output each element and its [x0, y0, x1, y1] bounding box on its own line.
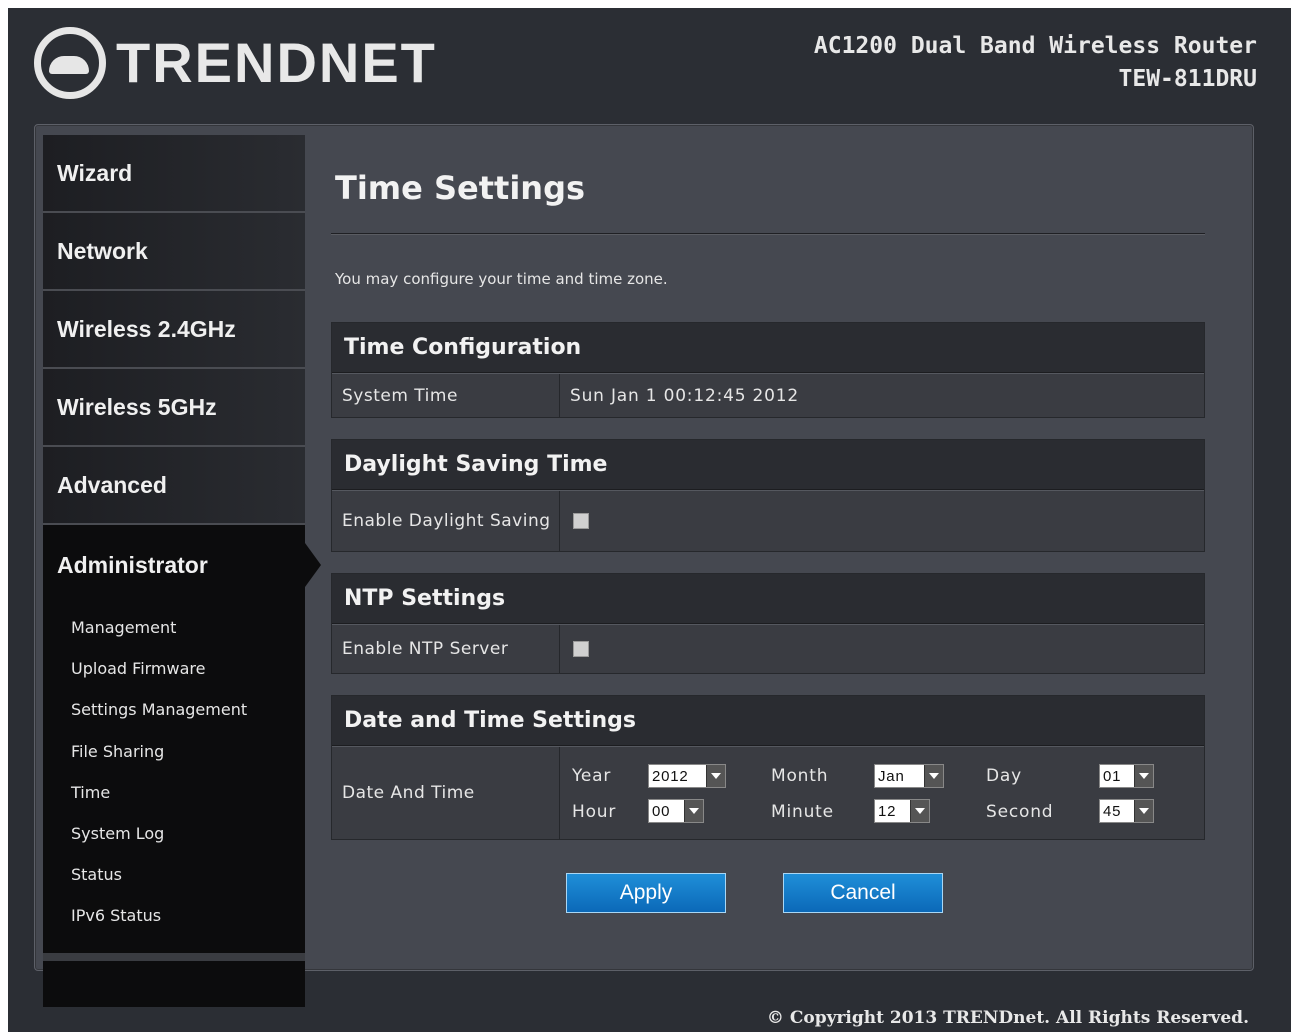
- hour-value: 00: [652, 802, 671, 820]
- nav-wireless-24ghz[interactable]: Wireless 2.4GHz: [43, 291, 305, 369]
- month-select[interactable]: Jan: [874, 764, 944, 788]
- section-heading: Daylight Saving Time: [332, 440, 1204, 490]
- nav-wizard[interactable]: Wizard: [43, 135, 305, 213]
- enable-dst-label: Enable Daylight Saving: [332, 491, 560, 551]
- chevron-down-icon: [706, 765, 725, 787]
- page-frame: TRENDNET AC1200 Dual Band Wireless Route…: [8, 8, 1291, 1032]
- day-value: 01: [1103, 767, 1122, 785]
- day-select[interactable]: 01: [1099, 764, 1154, 788]
- cancel-button[interactable]: Cancel: [783, 873, 943, 913]
- date-time-row: Date And Time Year 2012 Month Jan Day 01…: [332, 746, 1204, 839]
- chevron-down-icon: [1134, 765, 1153, 787]
- copyright-footer: © Copyright 2013 TRENDnet. All Rights Re…: [766, 1008, 1249, 1028]
- date-time-controls: Year 2012 Month Jan Day 01 Hour 00 Minut…: [560, 747, 1204, 839]
- apply-button[interactable]: Apply: [566, 873, 726, 913]
- minute-select[interactable]: 12: [874, 799, 930, 823]
- year-label: Year: [572, 766, 612, 786]
- section-heading: NTP Settings: [332, 574, 1204, 624]
- year-value: 2012: [652, 767, 689, 785]
- second-select[interactable]: 45: [1099, 799, 1154, 823]
- hour-select[interactable]: 00: [648, 799, 704, 823]
- trendnet-logo: TRENDNET: [34, 18, 437, 108]
- day-label: Day: [986, 766, 1022, 786]
- enable-ntp-row: Enable NTP Server: [332, 624, 1204, 673]
- chevron-down-icon: [910, 800, 929, 822]
- product-model: TEW-811DRU: [1118, 66, 1257, 92]
- system-time-label: System Time: [332, 374, 560, 417]
- subnav-system-log[interactable]: System Log: [43, 813, 305, 854]
- nav-wireless-5ghz[interactable]: Wireless 5GHz: [43, 369, 305, 447]
- time-configuration-section: Time Configuration System Time Sun Jan 1…: [331, 322, 1205, 418]
- date-time-label: Date And Time: [332, 747, 560, 839]
- title-divider: [331, 233, 1205, 235]
- product-name: AC1200 Dual Band Wireless Router TEW-811…: [814, 30, 1257, 96]
- system-time-value: Sun Jan 1 00:12:45 2012: [570, 385, 799, 406]
- subnav-management[interactable]: Management: [43, 607, 305, 648]
- month-label: Month: [771, 766, 829, 786]
- nav-network[interactable]: Network: [43, 213, 305, 291]
- subnav-ipv6-status[interactable]: IPv6 Status: [43, 895, 305, 936]
- main-panel: Wizard Network Wireless 2.4GHz Wireless …: [34, 124, 1254, 1007]
- subnav-time[interactable]: Time: [43, 772, 305, 813]
- second-label: Second: [986, 802, 1054, 822]
- nav-advanced[interactable]: Advanced: [43, 447, 305, 525]
- chevron-down-icon: [684, 800, 703, 822]
- section-heading: Time Configuration: [332, 323, 1204, 373]
- logo-icon: [34, 27, 106, 99]
- daylight-saving-section: Daylight Saving Time Enable Daylight Sav…: [331, 439, 1205, 552]
- date-time-section: Date and Time Settings Date And Time Yea…: [331, 695, 1205, 840]
- system-time-row: System Time Sun Jan 1 00:12:45 2012: [332, 373, 1204, 417]
- year-select[interactable]: 2012: [648, 764, 726, 788]
- subnav-status[interactable]: Status: [43, 854, 305, 895]
- administrator-submenu: Management Upload Firmware Settings Mana…: [43, 605, 305, 1007]
- enable-dst-row: Enable Daylight Saving: [332, 490, 1204, 551]
- month-value: Jan: [878, 767, 905, 785]
- enable-ntp-label: Enable NTP Server: [332, 625, 560, 673]
- intro-text: You may configure your time and time zon…: [335, 270, 668, 288]
- chevron-down-icon: [924, 765, 943, 787]
- enable-ntp-checkbox[interactable]: [573, 641, 589, 657]
- enable-dst-cell: [560, 491, 1204, 551]
- enable-dst-checkbox[interactable]: [573, 513, 589, 529]
- date-time-grid: Year 2012 Month Jan Day 01 Hour 00 Minut…: [560, 747, 1204, 839]
- nav-administrator[interactable]: Administrator: [43, 525, 321, 605]
- subnav-upload-firmware[interactable]: Upload Firmware: [43, 648, 305, 689]
- sidebar: Wizard Network Wireless 2.4GHz Wireless …: [43, 135, 321, 1007]
- subnav-file-sharing[interactable]: File Sharing: [43, 731, 305, 772]
- section-heading: Date and Time Settings: [332, 696, 1204, 746]
- enable-ntp-cell: [560, 625, 1204, 673]
- hour-label: Hour: [572, 802, 617, 822]
- chevron-down-icon: [1134, 800, 1153, 822]
- second-value: 45: [1103, 802, 1122, 820]
- product-title: AC1200 Dual Band Wireless Router: [813, 33, 1257, 59]
- logo-text: TRENDNET: [116, 31, 437, 94]
- ntp-settings-section: NTP Settings Enable NTP Server: [331, 573, 1205, 674]
- subnav-settings-management[interactable]: Settings Management: [43, 689, 305, 730]
- sidebar-bottom-bar: [43, 953, 305, 961]
- minute-label: Minute: [771, 802, 834, 822]
- page-title: Time Settings: [335, 169, 586, 207]
- minute-value: 12: [878, 802, 897, 820]
